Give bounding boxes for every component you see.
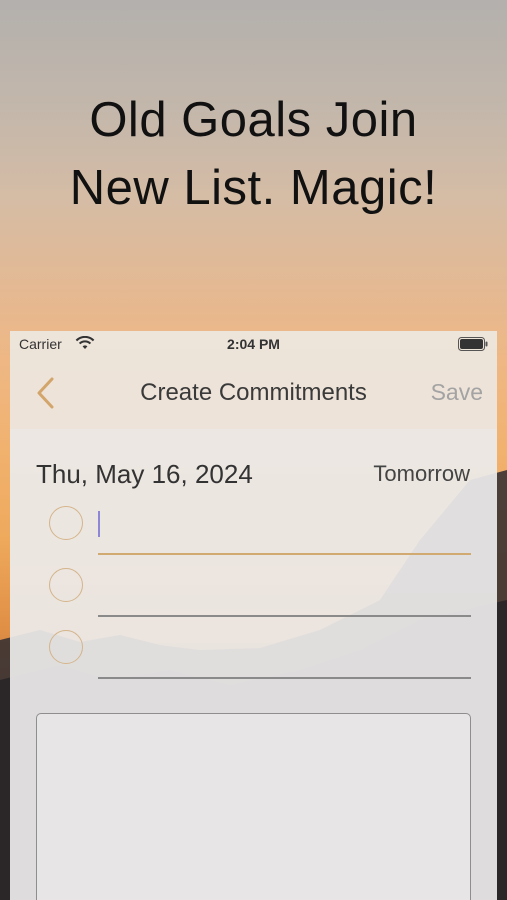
goal-input-3[interactable] bbox=[98, 628, 471, 668]
save-button[interactable]: Save bbox=[431, 379, 483, 406]
phone-screen: Carrier 2:04 PM Create Commitments Save bbox=[10, 331, 497, 900]
page-title: Create Commitments bbox=[140, 379, 367, 406]
navigation-bar: Create Commitments Save bbox=[10, 357, 497, 429]
goal-checkbox-2[interactable] bbox=[49, 568, 83, 602]
goal-underline-1 bbox=[98, 553, 471, 555]
text-cursor bbox=[98, 511, 100, 537]
goal-underline-2 bbox=[98, 615, 471, 617]
headline-line-1: Old Goals Join bbox=[89, 93, 418, 147]
commitment-form: Thu, May 16, 2024 Tomorrow bbox=[10, 429, 497, 900]
status-time: 2:04 PM bbox=[227, 336, 280, 352]
day-label: Tomorrow bbox=[373, 461, 470, 486]
promo-headline: Old Goals Join New List. Magic! bbox=[0, 86, 507, 222]
battery-icon bbox=[458, 337, 488, 354]
date-label: Thu, May 16, 2024 bbox=[36, 459, 253, 489]
goal-checkbox-1[interactable] bbox=[49, 506, 83, 540]
goal-input-1[interactable] bbox=[98, 504, 471, 544]
notes-textarea[interactable] bbox=[36, 713, 471, 900]
goal-input-2[interactable] bbox=[98, 566, 471, 606]
goal-underline-3 bbox=[98, 677, 471, 679]
status-bar: Carrier 2:04 PM bbox=[10, 331, 497, 357]
goal-checkbox-3[interactable] bbox=[49, 630, 83, 664]
headline-line-2: New List. Magic! bbox=[69, 161, 438, 215]
